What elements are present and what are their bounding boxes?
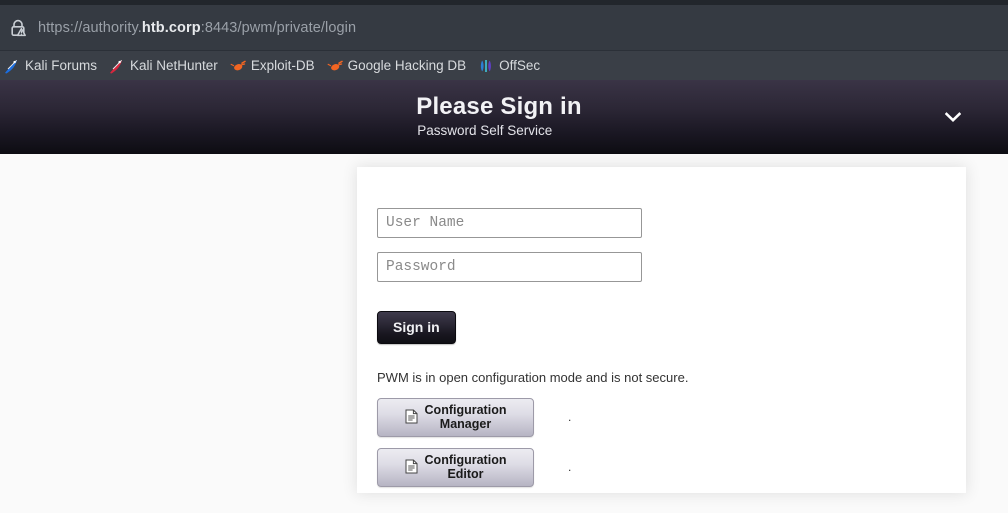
bookmarks-bar: Kali Forums Kali NetHunter Exploit-DB Go… — [0, 51, 1008, 80]
chevron-down-icon[interactable] — [942, 106, 964, 128]
bookmark-label: Google Hacking DB — [347, 58, 467, 73]
signin-button[interactable]: Sign in — [377, 311, 456, 344]
page-subtitle: Password Self Service — [417, 123, 553, 139]
bookmark-label: Exploit-DB — [250, 58, 315, 73]
bookmark-exploit-db[interactable]: Exploit-DB — [226, 51, 323, 80]
exploit-db-icon — [327, 58, 343, 74]
login-form: Sign in PWM is in open configuration mod… — [377, 208, 937, 487]
config-manager-trailing-text: . — [568, 410, 572, 425]
browser-chrome: https://authority.htb.corp:8443/pwm/priv… — [0, 0, 1008, 80]
offsec-icon — [478, 58, 494, 74]
config-editor-trailing-text: . — [568, 460, 572, 475]
url-host: htb.corp — [141, 19, 201, 36]
header-title-block: Please Sign in Password Self Service — [416, 94, 582, 139]
page-body: Sign in PWM is in open configuration mod… — [0, 154, 1008, 513]
kali-dragon-red-icon — [109, 58, 125, 74]
bookmark-kali-nethunter[interactable]: Kali NetHunter — [105, 51, 226, 80]
exploit-db-icon — [230, 58, 246, 74]
password-input[interactable] — [377, 252, 642, 282]
username-input[interactable] — [377, 208, 642, 238]
bookmark-label: OffSec — [499, 58, 541, 73]
config-label-line1: Configuration — [424, 452, 507, 467]
configuration-editor-label: Configuration Editor — [425, 453, 507, 481]
url-text: https://authority.htb.corp:8443/pwm/priv… — [38, 20, 356, 36]
bookmark-google-hacking-db[interactable]: Google Hacking DB — [323, 51, 475, 80]
configuration-editor-button[interactable]: Configuration Editor — [377, 447, 534, 487]
bookmark-label: Kali Forums — [25, 58, 98, 73]
config-editor-row: Configuration Editor . — [377, 447, 937, 487]
bookmark-kali-forums[interactable]: Kali Forums — [0, 51, 105, 80]
url-path: :8443/pwm/private/login — [200, 19, 357, 36]
config-manager-row: Configuration Manager . — [377, 397, 937, 437]
login-panel: Sign in PWM is in open configuration mod… — [357, 167, 966, 493]
config-label-line2: Manager — [439, 416, 492, 431]
config-label-line1: Configuration — [424, 402, 507, 417]
document-icon — [405, 459, 418, 474]
configuration-manager-label: Configuration Manager — [425, 403, 507, 431]
app-header: Please Sign in Password Self Service — [0, 80, 1008, 154]
kali-dragon-blue-icon — [4, 58, 20, 74]
bookmark-offsec[interactable]: OffSec — [474, 51, 548, 80]
document-icon — [405, 409, 418, 424]
bookmark-label: Kali NetHunter — [130, 58, 218, 73]
url-prefix: https://authority. — [38, 19, 142, 36]
open-config-notice: PWM is in open configuration mode and is… — [377, 370, 689, 385]
url-bar[interactable]: https://authority.htb.corp:8443/pwm/priv… — [0, 5, 1008, 51]
page-title: Please Sign in — [416, 93, 582, 121]
configuration-manager-button[interactable]: Configuration Manager — [377, 397, 534, 437]
config-label-line2: Editor — [447, 466, 484, 481]
lock-warning-icon[interactable] — [8, 18, 28, 38]
